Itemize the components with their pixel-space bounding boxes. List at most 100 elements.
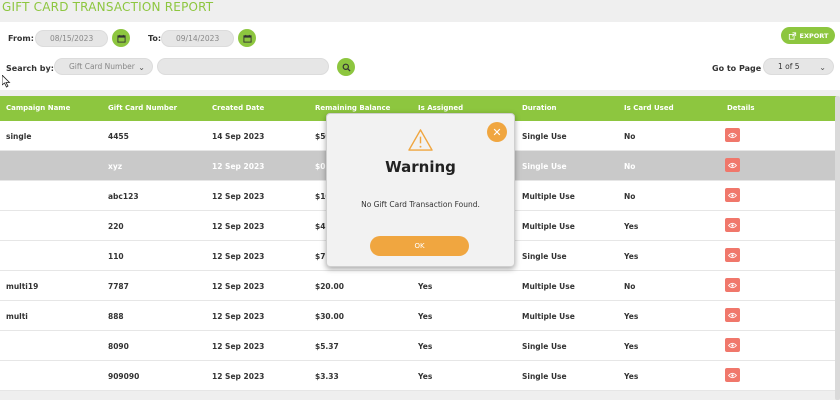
eye-icon	[728, 312, 737, 318]
eye-icon	[728, 342, 737, 348]
table-row: 8090 12 Sep 2023 $5.37 Yes Single Use Yes	[0, 331, 838, 361]
calendar-icon	[116, 34, 126, 43]
header-duration[interactable]: Duration	[522, 104, 557, 112]
cell-is-card-used: Yes	[624, 312, 639, 321]
cell-campaign-name: multi	[6, 312, 28, 321]
cell-created-date: 12 Sep 2023	[212, 342, 265, 351]
chevron-down-icon: ⌄	[819, 63, 826, 72]
cell-duration: Multiple Use	[522, 222, 575, 231]
cell-is-card-used: No	[624, 282, 636, 291]
cell-is-assigned: Yes	[418, 282, 433, 291]
cell-created-date: 12 Sep 2023	[212, 222, 265, 231]
details-button[interactable]	[725, 338, 740, 352]
cell-campaign-name: single	[6, 132, 32, 141]
cell-remaining-balance: $0	[315, 162, 326, 171]
cell-duration: Multiple Use	[522, 192, 575, 201]
header-details: Details	[727, 104, 755, 112]
ok-button[interactable]: OK	[370, 236, 469, 256]
export-icon	[788, 31, 796, 40]
details-button[interactable]	[725, 188, 740, 202]
header-gift-card-number[interactable]: Gift Card Number	[108, 104, 177, 112]
cell-created-date: 12 Sep 2023	[212, 252, 265, 261]
search-icon	[342, 63, 351, 72]
cell-is-assigned: Yes	[418, 312, 433, 321]
cell-created-date: 12 Sep 2023	[212, 162, 265, 171]
cell-remaining-balance: $20.00	[315, 282, 344, 291]
eye-icon	[728, 132, 737, 138]
page-value: 1 of 5	[778, 62, 800, 71]
warning-modal: ✕ Warning No Gift Card Transaction Found…	[326, 113, 515, 267]
cell-created-date: 12 Sep 2023	[212, 372, 265, 381]
modal-message: No Gift Card Transaction Found.	[361, 200, 480, 209]
warning-icon	[408, 129, 433, 151]
page-title: GIFT CARD TRANSACTION REPORT	[2, 0, 214, 14]
cell-is-assigned: Yes	[418, 342, 433, 351]
eye-icon	[728, 192, 737, 198]
cell-remaining-balance: $3.33	[315, 372, 339, 381]
vertical-scrollbar[interactable]	[835, 96, 840, 400]
header-created-date[interactable]: Created Date	[212, 104, 264, 112]
eye-icon	[728, 282, 737, 288]
header-campaign-name[interactable]: Campaign Name	[6, 104, 70, 112]
details-button[interactable]	[725, 248, 740, 262]
cell-is-card-used: Yes	[624, 252, 639, 261]
eye-icon	[728, 162, 737, 168]
details-button[interactable]	[725, 278, 740, 292]
table-row: multi 888 12 Sep 2023 $30.00 Yes Multiple Use…	[0, 301, 838, 331]
cell-duration: Single Use	[522, 342, 567, 351]
cell-is-card-used: No	[624, 192, 636, 201]
header-remaining-balance[interactable]: Remaining Balance	[315, 104, 390, 112]
mouse-pointer-icon	[2, 75, 11, 88]
close-icon: ✕	[492, 125, 502, 139]
details-button[interactable]	[725, 218, 740, 232]
header-is-assigned[interactable]: Is Assigned	[418, 104, 463, 112]
eye-icon	[728, 372, 737, 378]
cell-duration: Multiple Use	[522, 282, 575, 291]
details-button[interactable]	[725, 128, 740, 142]
cell-is-card-used: No	[624, 132, 636, 141]
cell-gift-card-number: 7787	[108, 282, 129, 291]
export-button[interactable]: EXPORT	[781, 27, 835, 44]
cell-remaining-balance: $30.00	[315, 312, 344, 321]
header-is-card-used[interactable]: Is Card Used	[624, 104, 674, 112]
table-row: multi19 7787 12 Sep 2023 $20.00 Yes Multiple …	[0, 271, 838, 301]
cell-gift-card-number: 110	[108, 252, 124, 261]
cell-created-date: 12 Sep 2023	[212, 312, 265, 321]
from-date-input[interactable]: 08/15/2023	[35, 30, 108, 47]
details-button[interactable]	[725, 308, 740, 322]
cell-is-card-used: No	[624, 162, 636, 171]
search-by-select[interactable]: Gift Card Number ⌄	[54, 58, 153, 75]
page-select[interactable]: 1 of 5 ⌄	[763, 58, 834, 75]
modal-title: Warning	[385, 158, 456, 176]
export-label: EXPORT	[799, 31, 829, 40]
cell-created-date: 12 Sep 2023	[212, 282, 265, 291]
cell-gift-card-number: abc123	[108, 192, 139, 201]
eye-icon	[728, 222, 737, 228]
cell-gift-card-number: 4455	[108, 132, 129, 141]
cell-duration: Multiple Use	[522, 312, 575, 321]
cell-is-assigned: Yes	[418, 372, 433, 381]
to-label: To:	[148, 34, 162, 43]
search-button[interactable]	[337, 58, 355, 76]
details-button[interactable]	[725, 158, 740, 172]
search-by-label: Search by:	[6, 64, 54, 73]
from-calendar-button[interactable]	[112, 29, 130, 47]
calendar-icon	[242, 34, 252, 43]
filter-panel: From: 08/15/2023 To: 09/14/2023 Search b…	[0, 22, 840, 90]
go-to-page-label: Go to Page	[712, 64, 762, 73]
to-date-input[interactable]: 09/14/2023	[161, 30, 234, 47]
cell-remaining-balance: $5.37	[315, 342, 339, 351]
close-button[interactable]: ✕	[487, 122, 507, 142]
from-label: From:	[8, 34, 34, 43]
to-calendar-button[interactable]	[238, 29, 256, 47]
cell-gift-card-number: xyz	[108, 162, 123, 171]
cell-campaign-name: multi19	[6, 282, 39, 291]
details-button[interactable]	[725, 368, 740, 382]
cell-gift-card-number: 909090	[108, 372, 140, 381]
search-by-value: Gift Card Number	[69, 62, 135, 71]
cell-is-card-used: Yes	[624, 222, 639, 231]
cell-duration: Single Use	[522, 252, 567, 261]
cell-gift-card-number: 8090	[108, 342, 129, 351]
cell-created-date: 12 Sep 2023	[212, 192, 265, 201]
search-input[interactable]	[157, 58, 329, 75]
